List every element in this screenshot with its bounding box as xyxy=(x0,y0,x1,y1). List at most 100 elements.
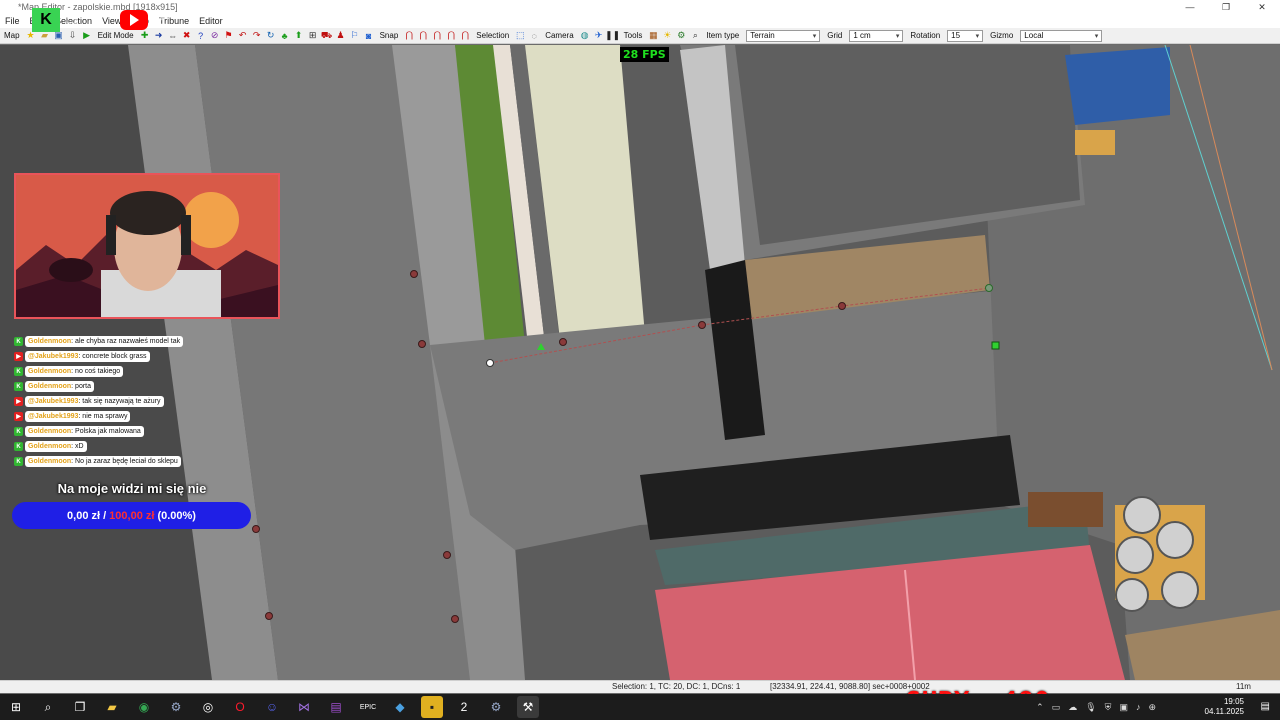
rotate-right-icon[interactable]: ↷ xyxy=(251,30,263,42)
clock-time: 19:05 xyxy=(1223,697,1244,706)
window-controls: — ❐ ✕ xyxy=(1172,0,1280,14)
chat-overlay: K Goldenmoon : ale chyba raz nazwałeś mode… xyxy=(14,336,214,471)
truck-icon[interactable]: ⛟ xyxy=(321,30,333,42)
play-icon[interactable]: ▶ xyxy=(81,30,93,42)
rect-select-icon[interactable]: ⬚ xyxy=(514,30,526,42)
add-icon[interactable]: ✚ xyxy=(139,30,151,42)
minimize-icon[interactable]: — xyxy=(1172,0,1208,14)
grid-value: 1 cm xyxy=(853,31,871,40)
search-icon[interactable]: ⌕ xyxy=(37,696,59,718)
bird-icon[interactable]: ✈ xyxy=(593,30,605,42)
search-icon[interactable]: ⌕ xyxy=(689,30,701,42)
refresh-icon[interactable]: ↻ xyxy=(265,30,277,42)
clock-date: 04.11.2025 xyxy=(1204,707,1244,716)
kick-icon: K xyxy=(14,457,23,466)
kick-icon: K xyxy=(14,337,23,346)
volume-icon[interactable]: ♪ xyxy=(1136,702,1141,712)
chat-bubble: Goldenmoon: xD xyxy=(25,441,87,452)
chat-bubble: @Jakubek1993: concrete block grass xyxy=(25,351,150,362)
link-icon[interactable]: ⊘ xyxy=(209,30,221,42)
pause-icon[interactable]: ❚❚ xyxy=(605,30,620,42)
sign-icon[interactable]: ⊞ xyxy=(307,30,319,42)
mic-icon[interactable]: 🎙 xyxy=(1085,702,1096,713)
visual-studio-icon[interactable]: ⋈ xyxy=(293,696,315,718)
editor-icon[interactable]: 2 xyxy=(453,696,475,718)
app-window: *Map Editor - zapolskie.mbd [1918x915] —… xyxy=(0,0,1280,720)
sun-icon[interactable]: ☀ xyxy=(661,30,673,42)
chat-username: @Jakubek1993 xyxy=(28,398,79,405)
restore-icon[interactable]: ❐ xyxy=(1208,0,1244,14)
discord-icon[interactable]: ☺ xyxy=(261,696,283,718)
opera-icon[interactable]: O xyxy=(229,696,251,718)
chat-username: Goldenmoon xyxy=(28,443,72,450)
menu-editor[interactable]: Editor xyxy=(194,16,228,26)
sound-icon[interactable]: ◙ xyxy=(363,30,375,42)
snap-magnet-2-icon[interactable]: ⋂ xyxy=(417,30,429,42)
webcam-overlay xyxy=(14,173,280,319)
delete-icon[interactable]: ✖ xyxy=(181,30,193,42)
snap-magnet-4-icon[interactable]: ⋂ xyxy=(445,30,457,42)
chat-message: ▶ @Jakubek1993: concrete block grass xyxy=(14,351,214,362)
lasso-select-icon[interactable]: ◌ xyxy=(528,30,540,42)
snap-magnet-5-icon[interactable]: ⋂ xyxy=(459,30,471,42)
chevron-up-icon[interactable]: ⌃ xyxy=(1036,702,1044,713)
sticky-notes-icon[interactable]: ▪ xyxy=(421,696,443,718)
file-explorer-icon[interactable]: ▰ xyxy=(101,696,123,718)
item-type-label: Item type xyxy=(706,31,740,40)
chat-message: K Goldenmoon: porta xyxy=(14,381,214,392)
help-icon[interactable]: ? xyxy=(195,30,207,42)
chat-username: Goldenmoon xyxy=(28,458,72,465)
webcam-image xyxy=(16,175,278,317)
snap-magnet-3-icon[interactable]: ⋂ xyxy=(431,30,443,42)
swap-icon[interactable]: ⇔ xyxy=(167,30,179,42)
gizmo-select[interactable]: Local ▾ xyxy=(1020,29,1103,42)
shield-icon[interactable]: ⛨ xyxy=(1105,702,1112,713)
cloud-icon[interactable]: ☁ xyxy=(1068,702,1077,713)
rotation-select[interactable]: 15 ▾ xyxy=(947,29,984,42)
kick-icon: K xyxy=(14,382,23,391)
youtube-icon: ▶ xyxy=(14,352,23,361)
tree-icon[interactable]: ♣ xyxy=(279,30,291,42)
gizmo-value: Local xyxy=(1024,31,1044,40)
obs-icon[interactable]: ◎ xyxy=(197,696,219,718)
clock[interactable]: 19:05 04.11.2025 xyxy=(1205,697,1244,717)
menu-file[interactable]: File xyxy=(0,16,25,26)
map-viewport[interactable]: 28 FPS K Goldenmoon: ale chyba raz nazwał… xyxy=(0,45,1280,680)
globe-icon[interactable]: ◍ xyxy=(579,30,591,42)
up-arrow-icon[interactable]: ⬆ xyxy=(293,30,305,42)
chat-text: : xD xyxy=(71,443,84,450)
snap-magnet-1-icon[interactable]: ⋂ xyxy=(403,30,415,42)
gizmo-label: Gizmo xyxy=(990,31,1014,40)
windows-start-icon[interactable]: ⊞ xyxy=(5,696,27,718)
chrome-icon[interactable]: ◉ xyxy=(133,696,155,718)
chat-text: : tak się nazywają te ażury xyxy=(78,398,161,405)
chat-username: @Jakubek1993 xyxy=(28,353,79,360)
chat-message: K Goldenmoon: no coś takiego xyxy=(14,366,214,377)
app-icon[interactable]: ◆ xyxy=(389,696,411,718)
flag-icon[interactable]: ⚑ xyxy=(223,30,235,42)
person-icon[interactable]: ♟ xyxy=(335,30,347,42)
notification-icon[interactable]: ▤ xyxy=(1261,701,1270,712)
rotate-left-icon[interactable]: ↶ xyxy=(237,30,249,42)
task-view-icon[interactable]: ❐ xyxy=(69,696,91,718)
flag-blue-icon[interactable]: ⚐ xyxy=(349,30,361,42)
grid-tool-icon[interactable]: ▦ xyxy=(647,30,659,42)
chat-bubble: @Jakubek1993: tak się nazywają te ażury xyxy=(25,396,164,407)
steam-icon[interactable]: ⚙ xyxy=(165,696,187,718)
close-icon[interactable]: ✕ xyxy=(1244,0,1280,14)
network-app-icon[interactable]: ▭ xyxy=(1052,702,1061,713)
notepad-icon[interactable]: ▤ xyxy=(325,696,347,718)
language-icon[interactable]: ⊕ xyxy=(1148,702,1156,713)
chat-text: : ale chyba raz nazwałeś model tak xyxy=(71,338,181,345)
epic-games-icon[interactable]: EPIC xyxy=(357,696,379,718)
gear-icon[interactable]: ⚙ xyxy=(675,30,687,42)
network-icon[interactable]: ▣ xyxy=(1119,702,1128,713)
rotation-value: 15 xyxy=(951,31,961,40)
map-editor-icon[interactable]: ⚒ xyxy=(517,696,539,718)
play-icon xyxy=(129,14,139,26)
selection-label: Selection xyxy=(476,31,510,40)
chat-message: ▶ @Jakubek1993: tak się nazywają te ażury xyxy=(14,396,214,407)
grid-select[interactable]: 1 cm ▾ xyxy=(849,29,904,42)
steam-2-icon[interactable]: ⚙ xyxy=(485,696,507,718)
item-type-select[interactable]: Terrain ▾ xyxy=(746,29,821,42)
